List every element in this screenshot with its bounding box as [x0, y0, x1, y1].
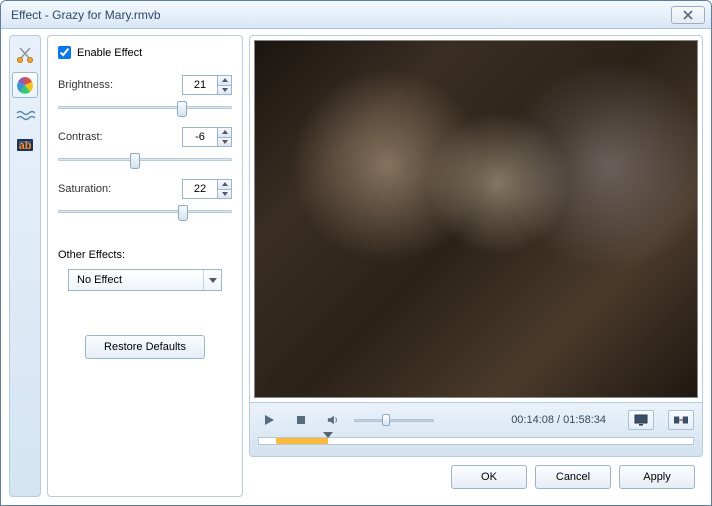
- color-wheel-icon: [15, 75, 35, 95]
- effect-dialog: Effect - Grazy for Mary.rmvb ab En: [0, 0, 712, 506]
- preview-frame: [249, 35, 703, 403]
- brightness-group: Brightness:: [58, 75, 232, 113]
- player-controls: 00:14:08 / 01:58:34: [249, 403, 703, 457]
- brightness-up[interactable]: [218, 76, 231, 86]
- apply-button[interactable]: Apply: [619, 465, 695, 489]
- scissors-icon: [15, 45, 35, 65]
- brightness-label: Brightness:: [58, 79, 113, 91]
- brightness-input[interactable]: [183, 76, 217, 94]
- trim-bar[interactable]: [258, 437, 694, 453]
- saturation-thumb[interactable]: [178, 205, 188, 221]
- volume-button[interactable]: [322, 410, 344, 430]
- trim-selection: [276, 438, 328, 444]
- window-title: Effect - Grazy for Mary.rmvb: [11, 8, 671, 22]
- chevron-down-icon: [222, 88, 228, 92]
- play-icon: [263, 414, 275, 426]
- stop-button[interactable]: [290, 410, 312, 430]
- other-effects-label: Other Effects:: [58, 249, 232, 261]
- saturation-label: Saturation:: [58, 183, 111, 195]
- brightness-down[interactable]: [218, 86, 231, 95]
- saturation-down[interactable]: [218, 190, 231, 199]
- compare-button[interactable]: [668, 410, 694, 430]
- contrast-slider[interactable]: [58, 153, 232, 165]
- svg-text:ab: ab: [19, 140, 32, 152]
- contrast-group: Contrast:: [58, 127, 232, 165]
- restore-defaults-button[interactable]: Restore Defaults: [85, 335, 205, 359]
- trim-handle[interactable]: [323, 432, 333, 438]
- saturation-spinner[interactable]: [182, 179, 232, 199]
- preview-pane: 00:14:08 / 01:58:34 OK Cancel Apply: [249, 35, 703, 497]
- chevron-down-icon: [209, 278, 217, 283]
- compare-icon: [674, 414, 688, 426]
- volume-slider[interactable]: [354, 413, 434, 427]
- contrast-spinner[interactable]: [182, 127, 232, 147]
- saturation-up[interactable]: [218, 180, 231, 190]
- brightness-slider[interactable]: [58, 101, 232, 113]
- video-preview[interactable]: [254, 40, 698, 398]
- brightness-spinner[interactable]: [182, 75, 232, 95]
- ok-button[interactable]: OK: [451, 465, 527, 489]
- dialog-footer: OK Cancel Apply: [249, 457, 703, 497]
- tab-trim[interactable]: [12, 42, 38, 68]
- waves-icon: [15, 105, 35, 125]
- contrast-input[interactable]: [183, 128, 217, 146]
- contrast-down[interactable]: [218, 138, 231, 147]
- subtitle-icon: ab: [15, 135, 35, 155]
- saturation-group: Saturation:: [58, 179, 232, 217]
- saturation-input[interactable]: [183, 180, 217, 198]
- cancel-button[interactable]: Cancel: [535, 465, 611, 489]
- volume-thumb[interactable]: [382, 414, 390, 426]
- combo-dropdown-button[interactable]: [203, 270, 221, 290]
- enable-effect-row[interactable]: Enable Effect: [58, 46, 232, 59]
- other-effects-combo[interactable]: No Effect: [68, 269, 222, 291]
- brightness-thumb[interactable]: [177, 101, 187, 117]
- enable-effect-label: Enable Effect: [77, 47, 142, 59]
- tab-strip: ab: [9, 35, 41, 497]
- tab-effect[interactable]: [12, 72, 38, 98]
- chevron-down-icon: [222, 192, 228, 196]
- chevron-up-icon: [222, 182, 228, 186]
- chevron-up-icon: [222, 130, 228, 134]
- chevron-down-icon: [222, 140, 228, 144]
- snapshot-button[interactable]: [628, 410, 654, 430]
- effects-panel: Enable Effect Brightness:: [47, 35, 243, 497]
- saturation-slider[interactable]: [58, 205, 232, 217]
- monitor-icon: [634, 414, 648, 426]
- tab-watermark[interactable]: [12, 102, 38, 128]
- contrast-up[interactable]: [218, 128, 231, 138]
- enable-effect-checkbox[interactable]: [58, 46, 71, 59]
- close-button[interactable]: [671, 6, 705, 24]
- time-display: 00:14:08 / 01:58:34: [511, 414, 606, 426]
- titlebar[interactable]: Effect - Grazy for Mary.rmvb: [1, 1, 711, 29]
- tab-subtitle[interactable]: ab: [12, 132, 38, 158]
- stop-icon: [295, 414, 307, 426]
- chevron-up-icon: [222, 78, 228, 82]
- contrast-label: Contrast:: [58, 131, 103, 143]
- contrast-thumb[interactable]: [130, 153, 140, 169]
- close-icon: [683, 10, 693, 20]
- other-effects-selected: No Effect: [69, 274, 203, 286]
- play-button[interactable]: [258, 410, 280, 430]
- speaker-icon: [327, 414, 339, 426]
